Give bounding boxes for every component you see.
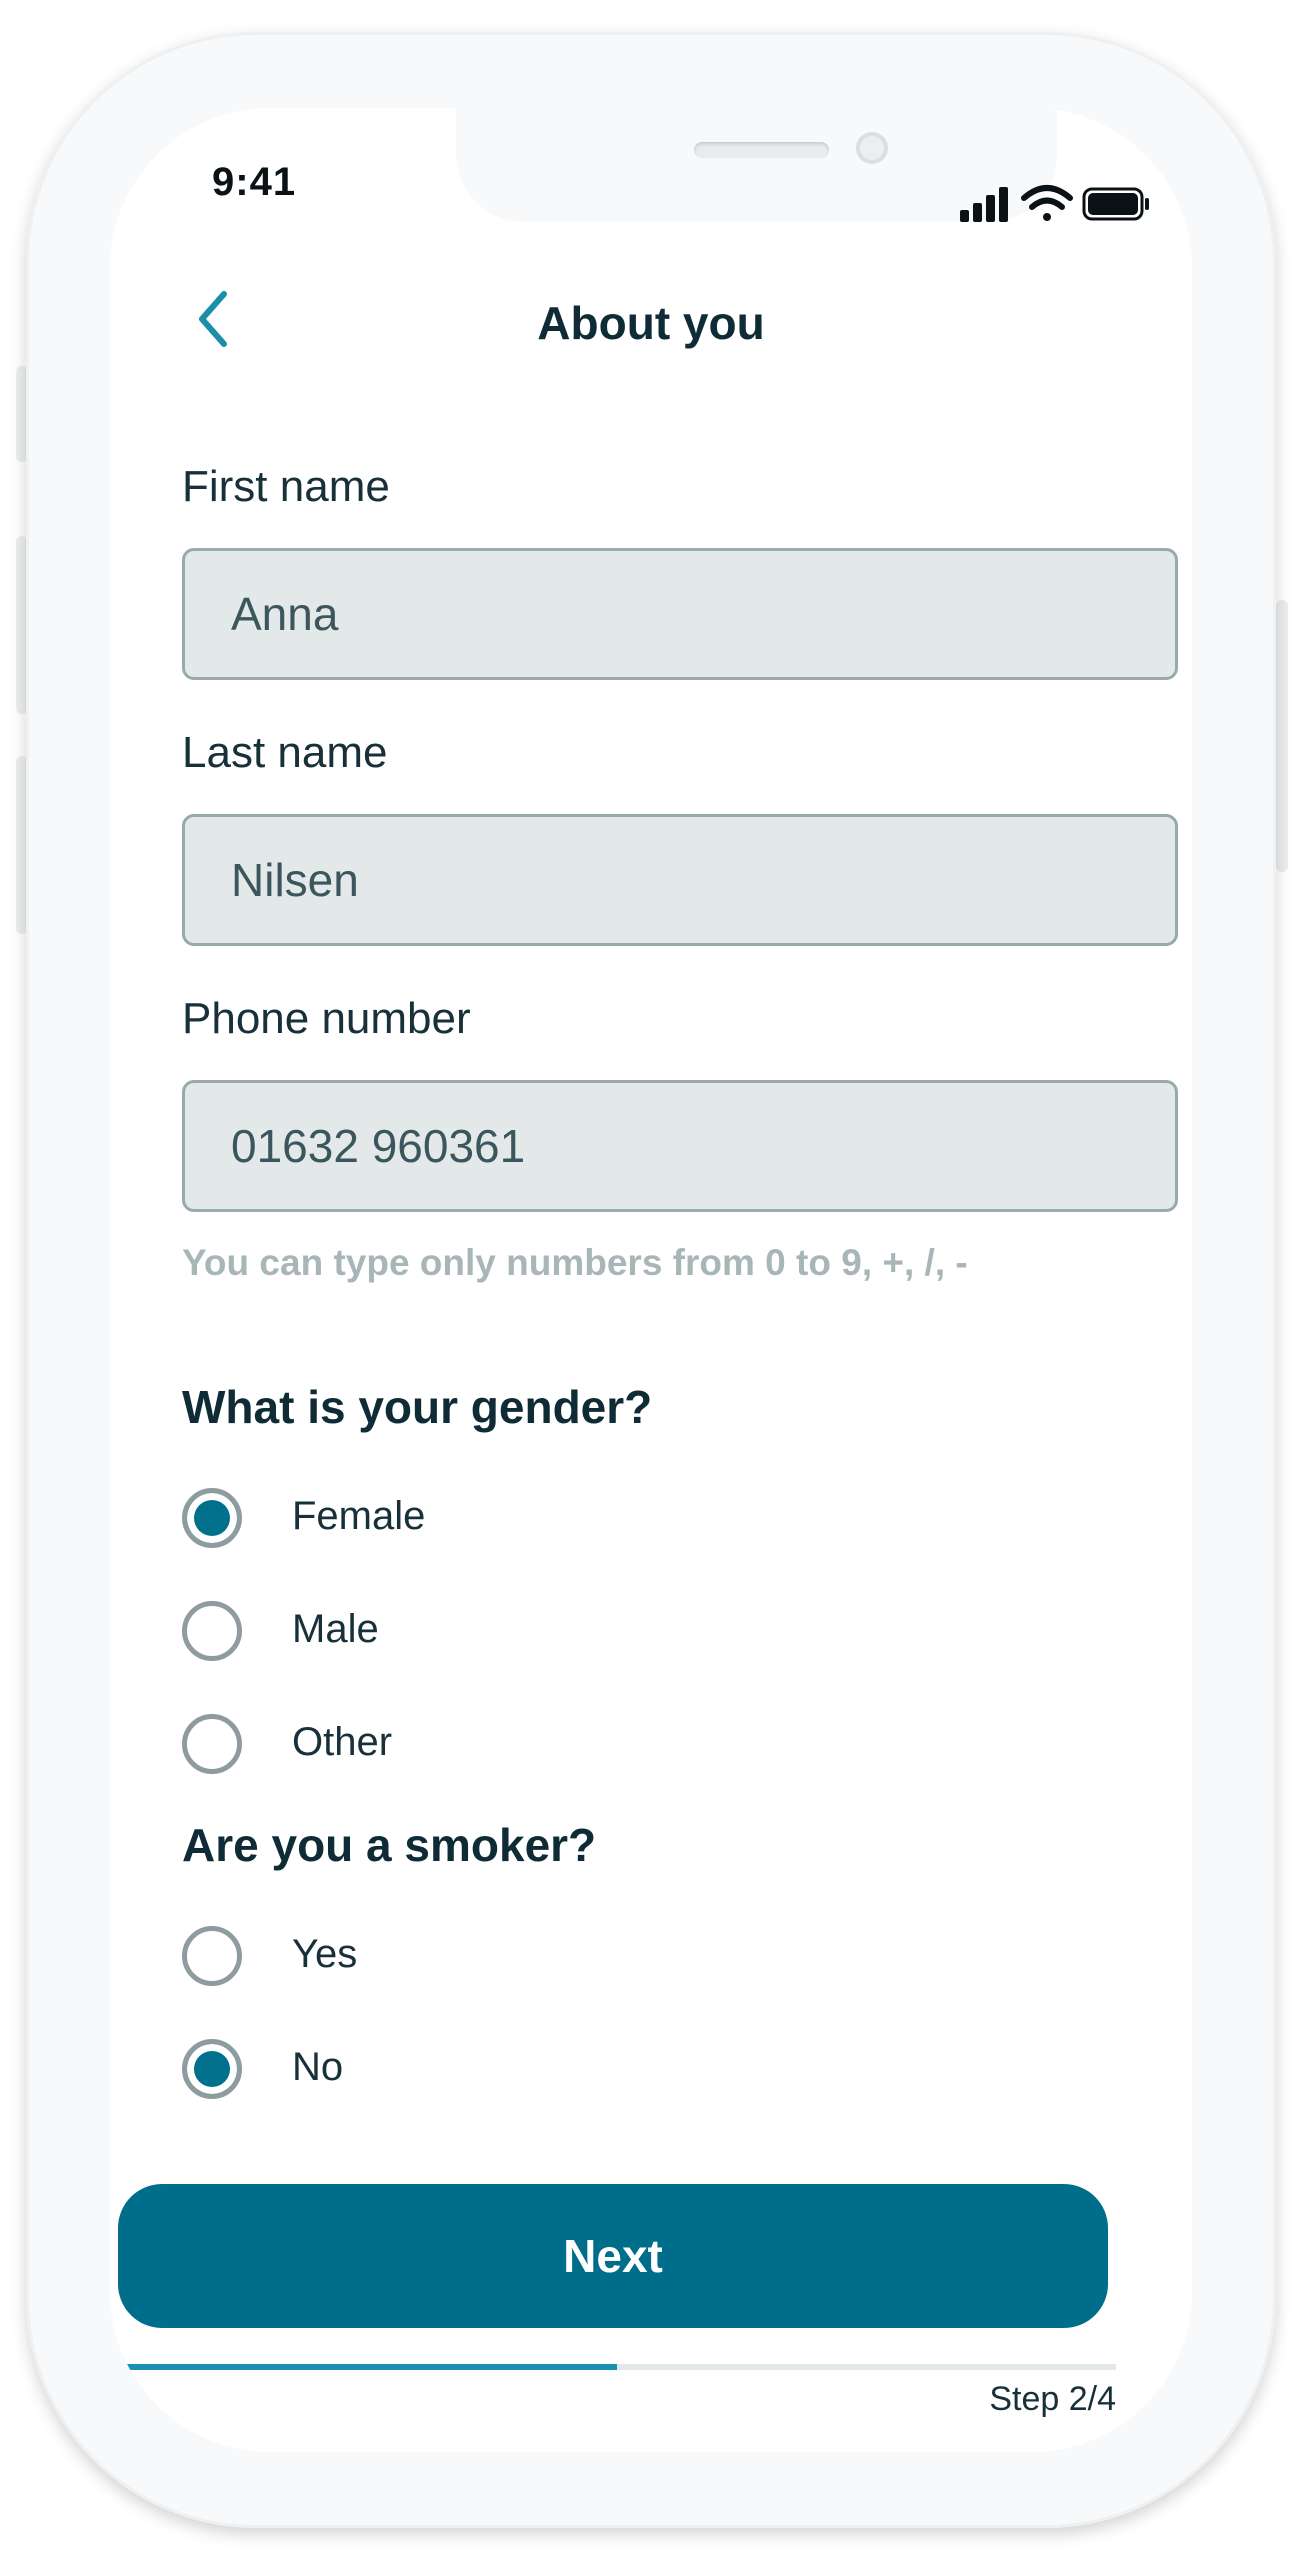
last-name-field[interactable]: Nilsen: [182, 814, 1178, 946]
speaker-grille: [694, 142, 829, 158]
screen: 9:41 About you First name Anna Last name…: [110, 108, 1192, 2452]
status-time: 9:41: [212, 160, 297, 204]
phone-number-field[interactable]: 01632 960361: [182, 1080, 1178, 1212]
smoker-no-label[interactable]: No: [292, 2045, 343, 2090]
battery-icon: [1082, 187, 1149, 221]
gender-question: What is your gender?: [182, 1381, 653, 1433]
smoker-question: Are you a smoker?: [182, 1819, 597, 1871]
phone-number-label: Phone number: [182, 994, 471, 1043]
first-name-field[interactable]: Anna: [182, 548, 1178, 680]
smoker-yes-radio[interactable]: [182, 1926, 242, 1986]
smoker-yes-label[interactable]: Yes: [292, 1932, 357, 1977]
smoker-no-radio[interactable]: [182, 2039, 242, 2099]
gender-female-label[interactable]: Female: [292, 1494, 425, 1539]
gender-male-radio[interactable]: [182, 1601, 242, 1661]
last-name-label: Last name: [182, 728, 388, 777]
power-button: [1276, 600, 1288, 872]
gender-female-radio[interactable]: [182, 1488, 242, 1548]
progress-fill: [118, 2364, 617, 2370]
phone-hint: You can type only numbers from 0 to 9, +…: [182, 1242, 968, 1283]
page-title: About you: [537, 297, 765, 349]
progress-track: [118, 2364, 1116, 2370]
status-icons: [960, 185, 1149, 222]
gender-other-radio[interactable]: [182, 1714, 242, 1774]
wifi-icon: [1021, 185, 1073, 221]
step-indicator: Step 2/4: [989, 2380, 1116, 2418]
phone-frame: 9:41 About you First name Anna Last name…: [26, 32, 1276, 2528]
front-camera: [856, 132, 888, 164]
gender-male-label[interactable]: Male: [292, 1607, 379, 1652]
first-name-label: First name: [182, 462, 390, 511]
next-button[interactable]: Next: [118, 2184, 1108, 2328]
cellular-signal-icon: [960, 187, 1008, 222]
gender-other-label[interactable]: Other: [292, 1720, 392, 1765]
